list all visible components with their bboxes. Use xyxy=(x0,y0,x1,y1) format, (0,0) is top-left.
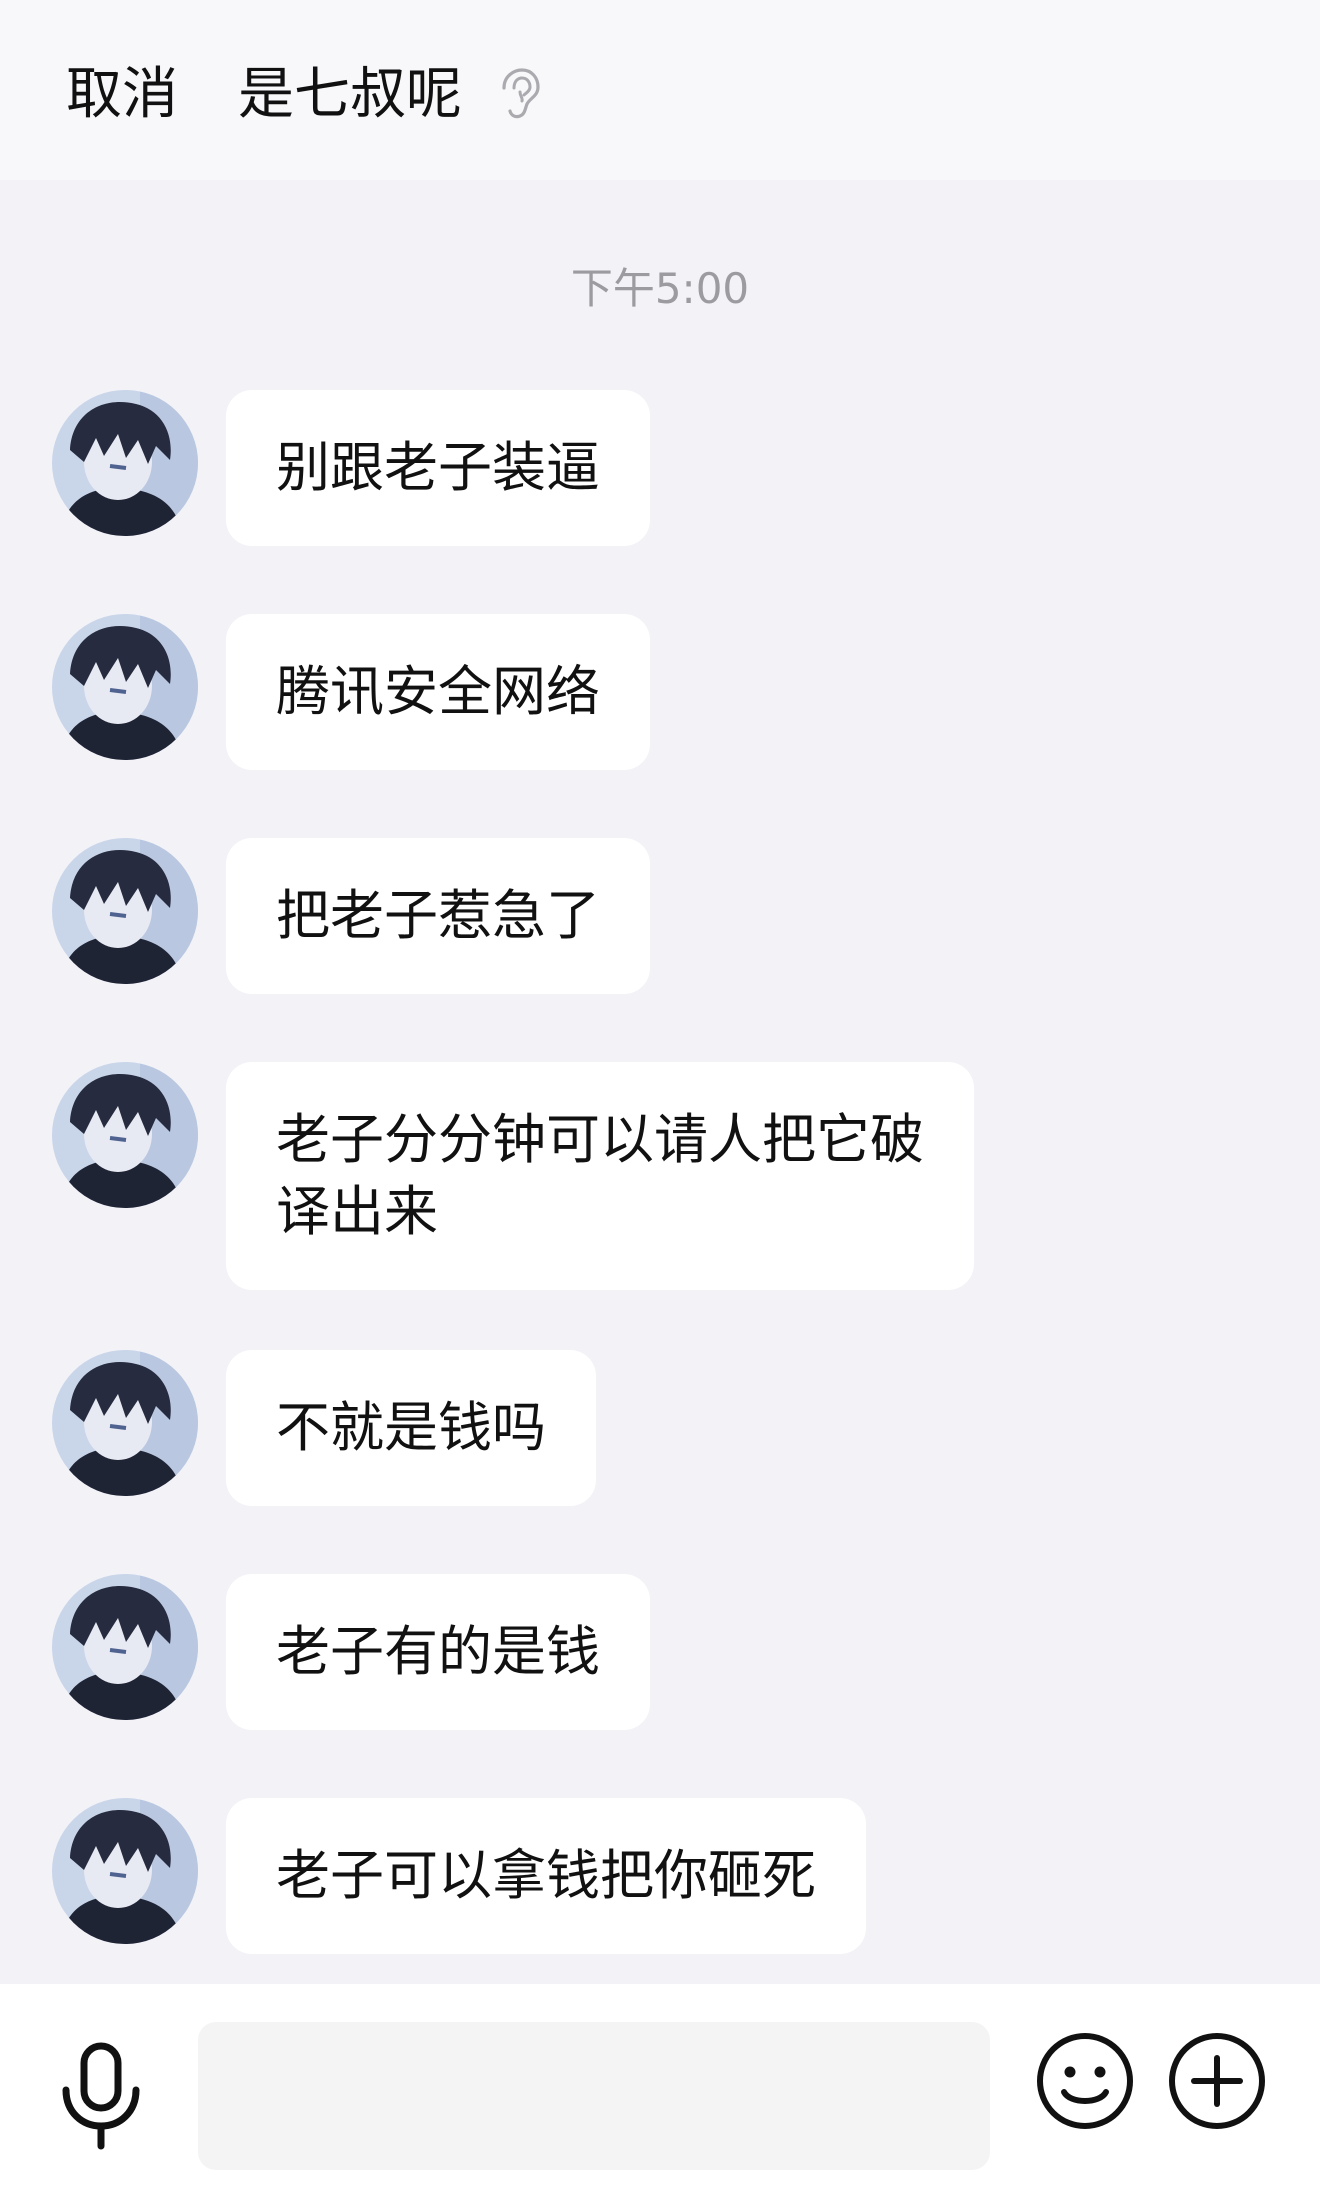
avatar[interactable] xyxy=(52,1350,198,1496)
message-input-bar xyxy=(0,1984,1320,2204)
avatar[interactable] xyxy=(52,838,198,984)
avatar[interactable] xyxy=(52,390,198,536)
contact-name[interactable]: 是七叔呢 xyxy=(238,60,462,130)
avatar[interactable] xyxy=(52,1574,198,1720)
avatar-image xyxy=(52,1798,198,1944)
avatar[interactable] xyxy=(52,614,198,760)
message-bubble[interactable]: 腾讯安全网络 xyxy=(226,614,650,770)
message-bubble[interactable]: 别跟老子装逼 xyxy=(226,390,650,546)
avatar[interactable] xyxy=(52,1062,198,1208)
message-input[interactable] xyxy=(198,2022,990,2170)
avatar-image xyxy=(52,614,198,760)
chat-header: 取消 是七叔呢 xyxy=(0,0,1320,180)
avatar-image xyxy=(52,1574,198,1720)
avatar-image xyxy=(52,1350,198,1496)
avatar-image xyxy=(52,838,198,984)
microphone-icon[interactable] xyxy=(58,2040,144,2150)
avatar-image xyxy=(52,1062,198,1208)
message-timestamp: 下午5:00 xyxy=(570,264,750,313)
avatar[interactable] xyxy=(52,1798,198,1944)
message-bubble[interactable]: 不就是钱吗 xyxy=(226,1350,596,1506)
cancel-button[interactable]: 取消 xyxy=(66,60,178,130)
message-bubble[interactable]: 老子可以拿钱把你砸死 xyxy=(226,1798,866,1954)
chat-screen: 取消 是七叔呢 下午5:00 别跟老子装逼 腾讯安全网络 把老子惹急了 老子分分… xyxy=(0,0,1320,2204)
message-bubble[interactable]: 把老子惹急了 xyxy=(226,838,650,994)
ear-icon[interactable] xyxy=(494,66,542,122)
avatar-image xyxy=(52,390,198,536)
plus-circle-icon[interactable] xyxy=(1166,2030,1268,2132)
message-bubble[interactable]: 老子分分钟可以请人把它破 译出来 xyxy=(226,1062,974,1290)
emoji-icon[interactable] xyxy=(1034,2030,1136,2132)
message-bubble[interactable]: 老子有的是钱 xyxy=(226,1574,650,1730)
